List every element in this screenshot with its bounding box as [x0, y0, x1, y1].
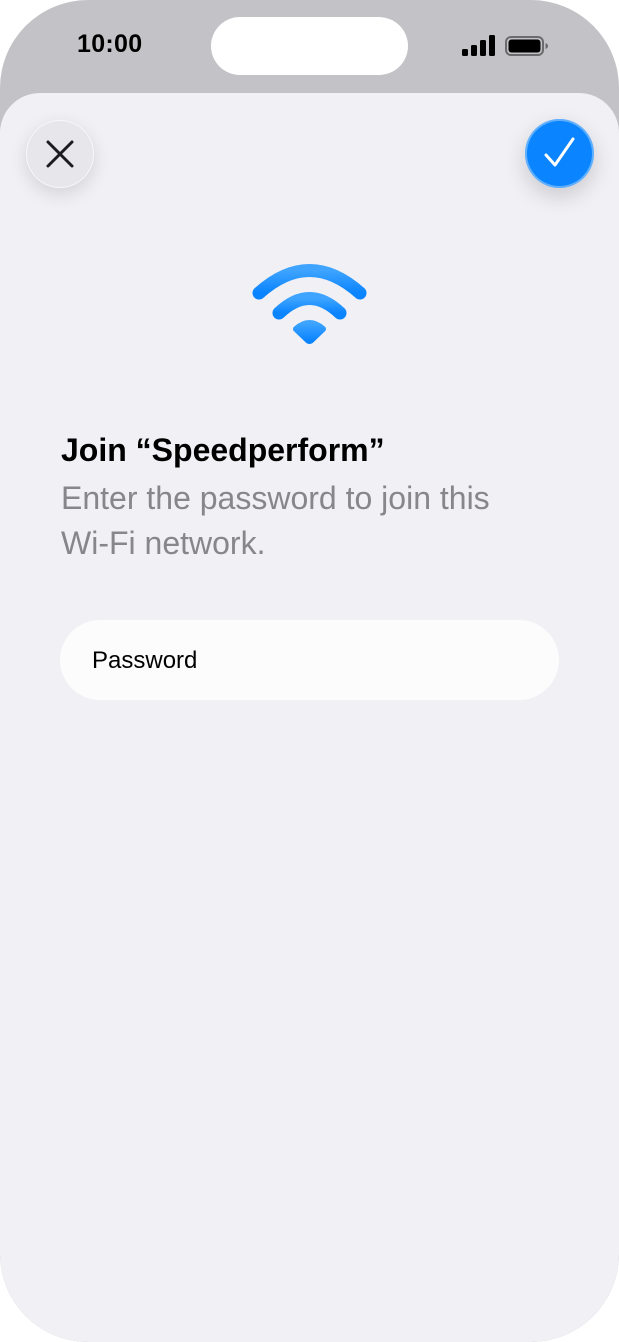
join-subtitle: Enter the password to join this Wi-Fi ne… [61, 480, 490, 561]
status-time: 10:00 [77, 30, 143, 58]
password-field[interactable]: Password [60, 620, 559, 700]
status-bar: 10:00 [0, 0, 619, 92]
join-confirm-button[interactable] [525, 119, 594, 188]
checkmark-icon [544, 137, 575, 167]
password-placeholder: Password [92, 647, 198, 674]
join-title: Join “Speedperform” [61, 432, 385, 468]
close-button[interactable] [26, 120, 94, 188]
phone-screen: 10:00 Join “Speedperform” Enter the pass… [0, 0, 619, 1342]
close-icon [46, 140, 74, 168]
cellular-signal-icon [462, 35, 495, 56]
wifi-icon [252, 264, 367, 344]
dynamic-island [211, 17, 408, 75]
battery-icon [505, 36, 548, 56]
